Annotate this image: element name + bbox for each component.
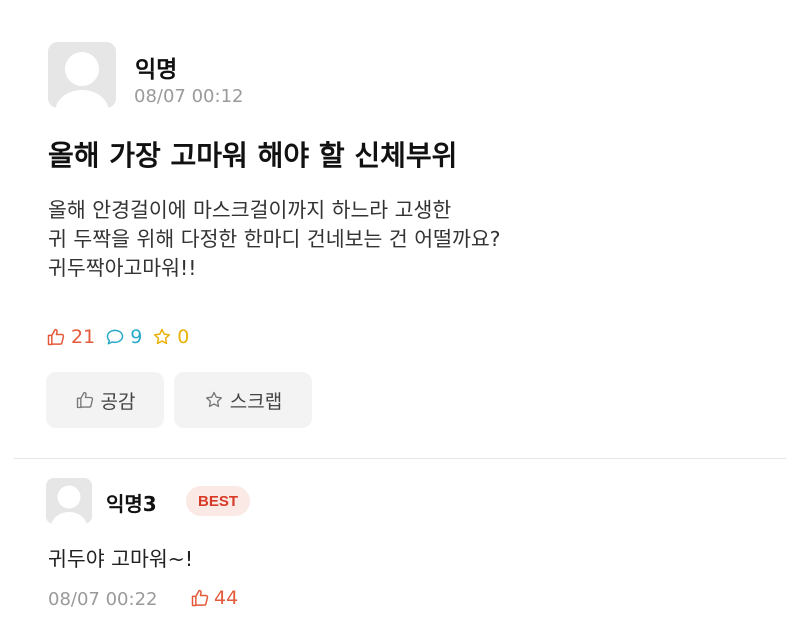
thumbs-up-icon [191,589,209,607]
scrap-button[interactable]: 스크랩 [174,372,312,428]
like-count: 21 [71,326,96,348]
post-date: 08/07 00:12 [134,86,244,107]
post-body-line: 귀 두짝을 위해 다정한 한마디 건네보는 건 어떨까요? [48,227,501,251]
default-avatar-icon [46,478,92,524]
comment-like-count: 44 [214,587,239,609]
divider [14,458,786,459]
comment-author-avatar [46,478,92,524]
thumbs-up-icon [76,391,93,409]
post-author-avatar [48,42,116,108]
scrap-button-label: 스크랩 [229,390,283,413]
comment-text: 귀두야 고마워~! [48,547,194,571]
post-body: 올해 안경걸이에 마스크걸이까지 하느라 고생한 귀 두짝을 위해 다정한 한마… [48,196,501,283]
comment-count: 9 [130,326,143,348]
comment-count-stat: 9 [105,326,142,348]
star-icon [205,391,222,408]
comment-like-button[interactable]: 44 [190,587,238,609]
post-body-line: 올해 안경걸이에 마스크걸이까지 하느라 고생한 [48,198,452,222]
post-stats: 21 9 0 [46,326,199,348]
comment-date: 08/07 00:22 [48,589,158,610]
scrap-count: 0 [177,326,190,348]
speech-bubble-icon [106,329,124,345]
like-button[interactable]: 공감 [46,372,164,428]
like-button-label: 공감 [100,390,136,413]
like-count-stat: 21 [46,326,95,348]
default-avatar-icon [48,42,116,108]
post-title: 올해 가장 고마워 해야 할 신체부위 [48,139,458,172]
post-body-line: 귀두짝아고마워!! [48,256,197,280]
post-author-name: 익명 [135,57,178,83]
scrap-count-stat: 0 [152,326,189,348]
best-badge: BEST [186,486,251,516]
comment-author-name: 익명3 [106,492,157,516]
thumbs-up-icon [47,328,65,346]
star-icon [154,328,171,345]
